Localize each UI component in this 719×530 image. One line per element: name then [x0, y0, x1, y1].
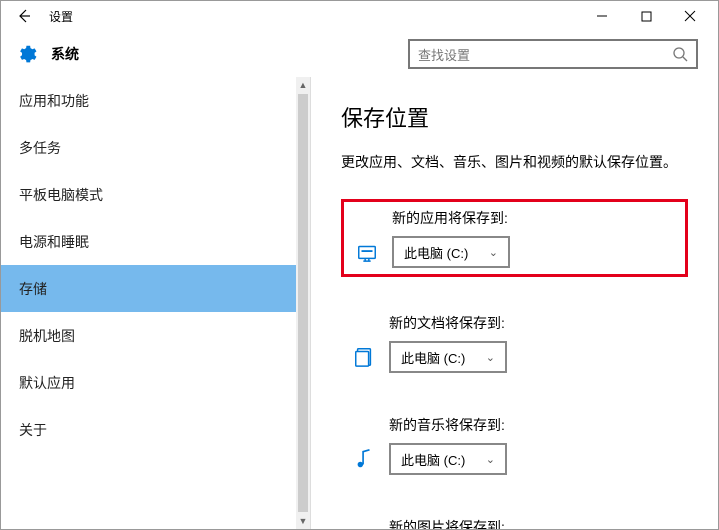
sidebar-item-storage[interactable]: 存储 [1, 265, 310, 312]
sidebar-item-tablet[interactable]: 平板电脑模式 [1, 171, 310, 218]
setting-pictures: 新的图片将保存到: 此电脑 (C:) ⌄ [341, 511, 688, 529]
sidebar-item-multitask[interactable]: 多任务 [1, 124, 310, 171]
section-title: 系统 [51, 44, 79, 64]
titlebar: 设置 [1, 1, 718, 31]
scrollbar-thumb[interactable] [298, 94, 308, 512]
sidebar-item-defaults[interactable]: 默认应用 [1, 359, 310, 406]
chevron-down-icon: ⌄ [489, 246, 498, 259]
select-documents-location[interactable]: 此电脑 (C:) ⌄ [389, 341, 507, 373]
sidebar-item-power[interactable]: 电源和睡眠 [1, 218, 310, 265]
sidebar-item-about[interactable]: 关于 [1, 406, 310, 453]
setting-label: 新的文档将保存到: [389, 313, 682, 333]
select-apps-location[interactable]: 此电脑 (C:) ⌄ [392, 236, 510, 268]
setting-label: 新的应用将保存到: [392, 208, 679, 228]
sidebar-item-maps[interactable]: 脱机地图 [1, 312, 310, 359]
gear-icon [15, 43, 37, 65]
header: 系统 查找设置 [1, 31, 718, 77]
chevron-down-icon: ⌄ [486, 453, 495, 466]
search-input[interactable]: 查找设置 [408, 39, 698, 69]
maximize-icon [641, 11, 652, 22]
scroll-down-icon[interactable]: ▼ [296, 513, 310, 529]
sidebar-item-apps[interactable]: 应用和功能 [1, 77, 310, 124]
setting-apps: 新的应用将保存到: 此电脑 (C:) ⌄ [341, 199, 688, 277]
search-icon [672, 46, 688, 62]
close-icon [684, 10, 696, 22]
sidebar-scrollbar[interactable]: ▲ ▼ [296, 77, 310, 529]
setting-label: 新的图片将保存到: [389, 517, 682, 529]
chevron-down-icon: ⌄ [486, 351, 495, 364]
music-icon [347, 448, 381, 470]
close-button[interactable] [668, 1, 712, 31]
minimize-icon [596, 10, 608, 22]
content: 保存位置 更改应用、文档、音乐、图片和视频的默认保存位置。 新的应用将保存到: … [311, 77, 718, 529]
select-music-location[interactable]: 此电脑 (C:) ⌄ [389, 443, 507, 475]
setting-documents: 新的文档将保存到: 此电脑 (C:) ⌄ [341, 307, 688, 379]
maximize-button[interactable] [624, 1, 668, 31]
search-placeholder: 查找设置 [418, 45, 672, 64]
document-icon [347, 346, 381, 368]
app-icon [350, 241, 384, 263]
arrow-left-icon [16, 8, 32, 24]
page-description: 更改应用、文档、音乐、图片和视频的默认保存位置。 [341, 151, 688, 173]
setting-music: 新的音乐将保存到: 此电脑 (C:) ⌄ [341, 409, 688, 481]
sidebar: 应用和功能 多任务 平板电脑模式 电源和睡眠 存储 脱机地图 默认应用 关于 ▲… [1, 77, 311, 529]
setting-label: 新的音乐将保存到: [389, 415, 682, 435]
scroll-up-icon[interactable]: ▲ [296, 77, 310, 93]
page-title: 保存位置 [341, 101, 688, 133]
window-title: 设置 [49, 8, 73, 25]
back-button[interactable] [7, 1, 41, 31]
minimize-button[interactable] [580, 1, 624, 31]
